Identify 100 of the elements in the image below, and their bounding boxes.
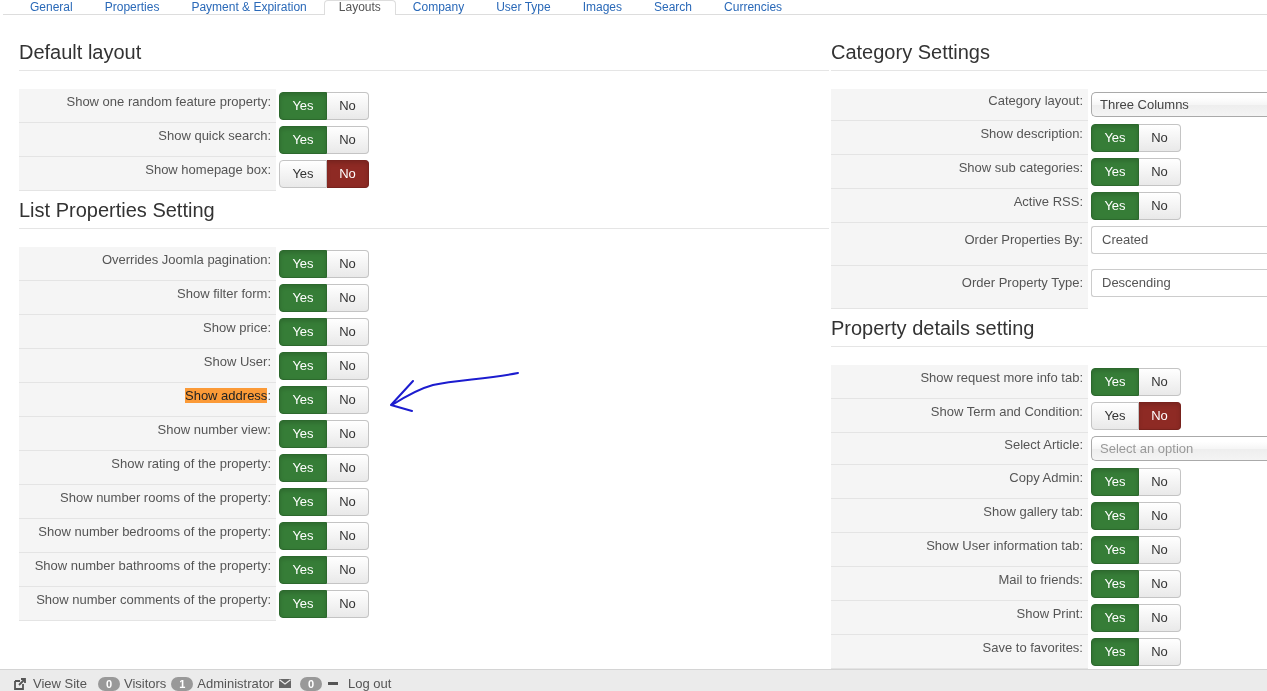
minus-icon xyxy=(327,682,338,685)
field-label: Show description: xyxy=(980,126,1083,141)
toggle-button[interactable]: Yes xyxy=(279,352,327,380)
field-label: Show rating of the property: xyxy=(111,456,271,471)
field-label: Mail to friends: xyxy=(998,572,1083,587)
toggle-button[interactable]: Yes xyxy=(1091,158,1139,186)
status-label: Administrator xyxy=(197,676,274,691)
field-label: Show number bathrooms of the property: xyxy=(34,558,271,573)
toggle-button[interactable]: No xyxy=(1139,402,1181,430)
field-label: Active RSS: xyxy=(1013,194,1083,209)
count-badge: 0 xyxy=(97,676,120,691)
tab[interactable]: General xyxy=(15,0,88,14)
toggle-button[interactable]: Yes xyxy=(279,126,327,154)
toggle-button[interactable]: Yes xyxy=(279,250,327,278)
toggle-button[interactable]: No xyxy=(327,92,369,120)
toggle-button[interactable]: No xyxy=(327,284,369,312)
field-label: Show sub categories: xyxy=(958,160,1083,175)
toggle-button[interactable]: No xyxy=(327,318,369,346)
toggle-button[interactable]: Yes xyxy=(1091,570,1139,598)
toggle-button[interactable]: Yes xyxy=(279,420,327,448)
field-label: Category layout: xyxy=(988,93,1083,108)
field-label: Show address: xyxy=(185,388,271,403)
dropdown-field[interactable]: Three Columns xyxy=(1091,92,1267,117)
dropdown-field[interactable]: Descending xyxy=(1091,269,1267,297)
toggle-button[interactable]: Yes xyxy=(279,454,327,482)
toggle-button[interactable]: Yes xyxy=(279,590,327,618)
tab[interactable]: User Type xyxy=(481,0,566,14)
section-heading: Property details setting xyxy=(831,316,1267,347)
section-heading: Default layout xyxy=(19,40,829,71)
toggle-button[interactable]: No xyxy=(327,556,369,584)
field-label: Show gallery tab: xyxy=(983,504,1083,519)
tab[interactable]: Company xyxy=(397,0,480,14)
toggle-button[interactable]: No xyxy=(327,590,369,618)
toggle-button[interactable]: Yes xyxy=(279,284,327,312)
toggle-button[interactable]: Yes xyxy=(1091,468,1139,496)
toggle-button[interactable]: Yes xyxy=(1091,124,1139,152)
toggle-button[interactable]: Yes xyxy=(1091,536,1139,564)
field-label: Show number comments of the property: xyxy=(36,592,271,607)
field-label: Show Term and Condition: xyxy=(930,404,1083,419)
toggle-button[interactable]: Yes xyxy=(279,318,327,346)
toggle-button[interactable]: No xyxy=(1139,368,1181,396)
toggle-button[interactable]: No xyxy=(1139,192,1181,220)
logout-link[interactable]: Log out xyxy=(347,676,392,691)
toggle-button[interactable]: No xyxy=(327,386,369,414)
status-label: Visitors xyxy=(123,676,167,691)
toggle-button[interactable]: No xyxy=(327,522,369,550)
tab[interactable]: Search xyxy=(639,0,708,14)
section-heading: Category Settings xyxy=(831,40,1267,71)
field-label: Show filter form: xyxy=(177,286,271,301)
toggle-button[interactable]: No xyxy=(1139,638,1181,666)
field-label: Order Property Type: xyxy=(961,275,1083,290)
toggle-button[interactable]: No xyxy=(327,454,369,482)
toggle-button[interactable]: No xyxy=(327,126,369,154)
dropdown-field[interactable]: Created xyxy=(1091,226,1267,254)
field-label: Show number view: xyxy=(157,422,271,437)
field-label: Show number rooms of the property: xyxy=(60,490,271,505)
toggle-button[interactable]: Yes xyxy=(279,160,327,188)
toggle-button[interactable]: Yes xyxy=(279,488,327,516)
tab[interactable]: Layouts xyxy=(323,0,396,15)
toggle-button[interactable]: No xyxy=(327,420,369,448)
field-label: Show price: xyxy=(203,320,271,335)
toggle-button[interactable]: Yes xyxy=(279,92,327,120)
field-label: Overrides Joomla pagination: xyxy=(101,252,271,267)
count-badge: 1 xyxy=(171,676,194,691)
toggle-button[interactable]: No xyxy=(1139,502,1181,530)
tab[interactable]: Payment & Expiration xyxy=(176,0,322,14)
toggle-button[interactable]: Yes xyxy=(1091,402,1139,430)
toggle-button[interactable]: Yes xyxy=(279,556,327,584)
toggle-button[interactable]: No xyxy=(1139,570,1181,598)
toggle-button[interactable]: No xyxy=(327,352,369,380)
field-label: Show Print: xyxy=(1016,606,1083,621)
tab[interactable]: Properties xyxy=(89,0,175,14)
toggle-button[interactable]: Yes xyxy=(1091,368,1139,396)
section-heading: List Properties Setting xyxy=(19,198,829,229)
field-label: Copy Admin: xyxy=(1009,470,1083,485)
toggle-button[interactable]: No xyxy=(1139,536,1181,564)
toggle-button[interactable]: No xyxy=(1139,468,1181,496)
toggle-button[interactable]: Yes xyxy=(1091,502,1139,530)
toggle-button[interactable]: No xyxy=(1139,158,1181,186)
toggle-button[interactable]: No xyxy=(327,160,369,188)
toggle-button[interactable]: No xyxy=(1139,124,1181,152)
field-label: Show User: xyxy=(203,354,271,369)
toggle-button[interactable]: Yes xyxy=(1091,192,1139,220)
field-label: Show User information tab: xyxy=(926,538,1083,553)
tab[interactable]: Currencies xyxy=(709,0,798,14)
toggle-button[interactable]: No xyxy=(327,250,369,278)
view-site-link[interactable]: View Site xyxy=(33,676,87,691)
toggle-button[interactable]: Yes xyxy=(1091,604,1139,632)
field-label: Show request more info tab: xyxy=(920,370,1083,385)
toggle-button[interactable]: No xyxy=(327,488,369,516)
toggle-button[interactable]: Yes xyxy=(279,522,327,550)
field-label: Show homepage box: xyxy=(145,162,271,177)
external-link-icon xyxy=(14,677,26,690)
envelope-icon xyxy=(278,679,291,688)
field-label: Order Properties By: xyxy=(964,232,1083,247)
toggle-button[interactable]: Yes xyxy=(279,386,327,414)
tab[interactable]: Images xyxy=(567,0,637,14)
toggle-button[interactable]: Yes xyxy=(1091,638,1139,666)
toggle-button[interactable]: No xyxy=(1139,604,1181,632)
field-label: Show number bedrooms of the property: xyxy=(38,524,271,539)
